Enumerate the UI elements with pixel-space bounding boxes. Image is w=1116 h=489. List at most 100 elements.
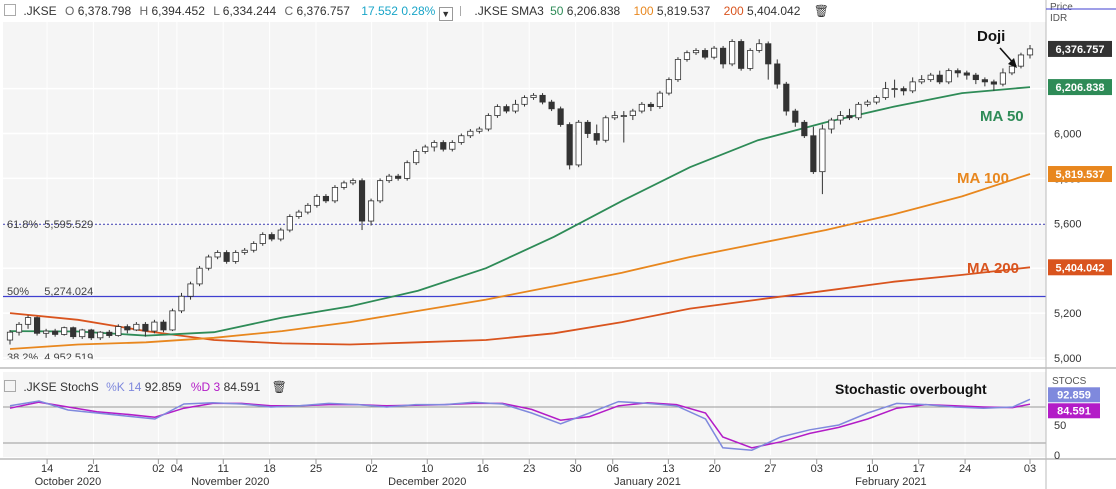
- stoch-trash-icon[interactable]: 🗑: [272, 380, 287, 394]
- candle-body: [810, 135, 817, 173]
- x-tick-label: 04: [171, 463, 183, 475]
- candle-body: [485, 115, 492, 130]
- x-tick-label: 13: [662, 463, 674, 475]
- x-tick-label: 23: [523, 463, 535, 475]
- stoch-k-tag-label: 92.859: [1057, 389, 1091, 401]
- candle-body: [1026, 48, 1034, 56]
- candle-body: [322, 195, 330, 202]
- candle-body: [467, 130, 474, 137]
- doji-annotation: Doji: [977, 28, 1006, 45]
- candle-body: [286, 216, 293, 231]
- candle-body: [909, 81, 916, 92]
- candle-body: [593, 133, 600, 141]
- stoch-symbol: .JKSE StochS: [23, 380, 99, 394]
- candle-body: [729, 41, 736, 65]
- candle-body: [801, 121, 808, 137]
- x-tick-label: 11: [218, 463, 229, 475]
- candle-body: [819, 128, 826, 173]
- candle-body: [539, 94, 546, 103]
- month-label: January 2021: [614, 476, 681, 488]
- month-label: November 2020: [191, 476, 269, 488]
- candle-body: [349, 180, 357, 184]
- x-tick-label: 16: [477, 463, 489, 475]
- candle-body: [476, 128, 483, 132]
- candle-body: [97, 331, 104, 339]
- stoch-checkbox[interactable]: [4, 380, 16, 392]
- candle-body: [747, 50, 754, 69]
- x-tick-label: 02: [366, 463, 378, 475]
- candle-body: [250, 243, 257, 251]
- candle-body: [638, 103, 645, 112]
- x-tick-label: 27: [764, 463, 776, 475]
- x-tick-label: 03: [811, 463, 823, 475]
- candle-body: [70, 327, 77, 338]
- candle-body: [160, 321, 167, 331]
- fib382-label: 38.2% 4,952.519: [7, 352, 94, 359]
- stoch-d-period: 3: [213, 380, 221, 394]
- candle-body: [891, 88, 898, 91]
- candle-body: [133, 323, 140, 331]
- candle-body: [124, 326, 131, 331]
- ma50-annotation: MA 50: [980, 108, 1024, 125]
- candle-body: [647, 103, 654, 107]
- x-tick-label: 18: [264, 463, 276, 475]
- candle-body: [503, 106, 510, 112]
- price-tag-label: 5,404.042: [1056, 262, 1105, 274]
- candle-body: [1008, 65, 1016, 74]
- candle-body: [413, 151, 420, 164]
- y-tick-label: 5,200: [1054, 308, 1082, 320]
- x-tick-label: 30: [570, 463, 582, 475]
- stoch-y-tick-label: 50: [1054, 420, 1066, 432]
- candle-body: [15, 323, 23, 333]
- x-tick-label: 21: [87, 463, 99, 475]
- month-label: October 2020: [35, 476, 102, 488]
- candle-body: [855, 103, 862, 119]
- x-tick-label: 24: [959, 463, 971, 475]
- candle-body: [963, 72, 970, 76]
- price-tag-label: 6,376.757: [1056, 44, 1105, 56]
- candle-body: [918, 79, 925, 83]
- month-label: December 2020: [388, 476, 466, 488]
- candle-body: [277, 229, 284, 240]
- candle-body: [295, 211, 302, 217]
- candle-body: [178, 295, 185, 312]
- candle-body: [223, 252, 230, 262]
- candle-body: [358, 180, 366, 222]
- candle-body: [837, 115, 844, 121]
- candle-body: [756, 43, 763, 51]
- candle-body: [205, 256, 212, 269]
- candle-body: [828, 119, 835, 130]
- stoch-k-value: 92.859: [144, 380, 182, 394]
- price-panel-background: [3, 22, 1046, 360]
- x-tick-label: 06: [607, 463, 619, 475]
- candle-body: [548, 101, 555, 110]
- candle-body: [115, 326, 122, 336]
- candle-body: [440, 142, 447, 150]
- x-tick-label: 20: [709, 463, 721, 475]
- candle-body: [629, 110, 636, 116]
- y-tick-label: 5,000: [1054, 353, 1082, 365]
- candle-body: [61, 327, 68, 335]
- candle-body: [530, 94, 537, 98]
- x-tick-label: 10: [866, 463, 878, 475]
- candle-body: [33, 317, 41, 334]
- candle-body: [575, 121, 582, 166]
- candle-body: [602, 117, 609, 141]
- month-label: February 2021: [855, 476, 927, 488]
- candle-body: [404, 162, 411, 179]
- candle-body: [584, 121, 591, 134]
- candle-body: [945, 70, 952, 83]
- candle-body: [692, 50, 700, 54]
- candle-body: [494, 106, 501, 116]
- ma100-annotation: MA 100: [957, 170, 1009, 187]
- candle-body: [927, 74, 934, 81]
- candle-body: [774, 63, 781, 85]
- candle-body: [386, 175, 393, 182]
- candle-body: [954, 70, 961, 74]
- candle-body: [900, 88, 907, 92]
- candle-body: [395, 175, 402, 179]
- candle-body: [738, 41, 745, 69]
- candle-body: [268, 234, 275, 240]
- stoch-d-label: %D: [190, 380, 211, 394]
- candle-body: [882, 88, 889, 98]
